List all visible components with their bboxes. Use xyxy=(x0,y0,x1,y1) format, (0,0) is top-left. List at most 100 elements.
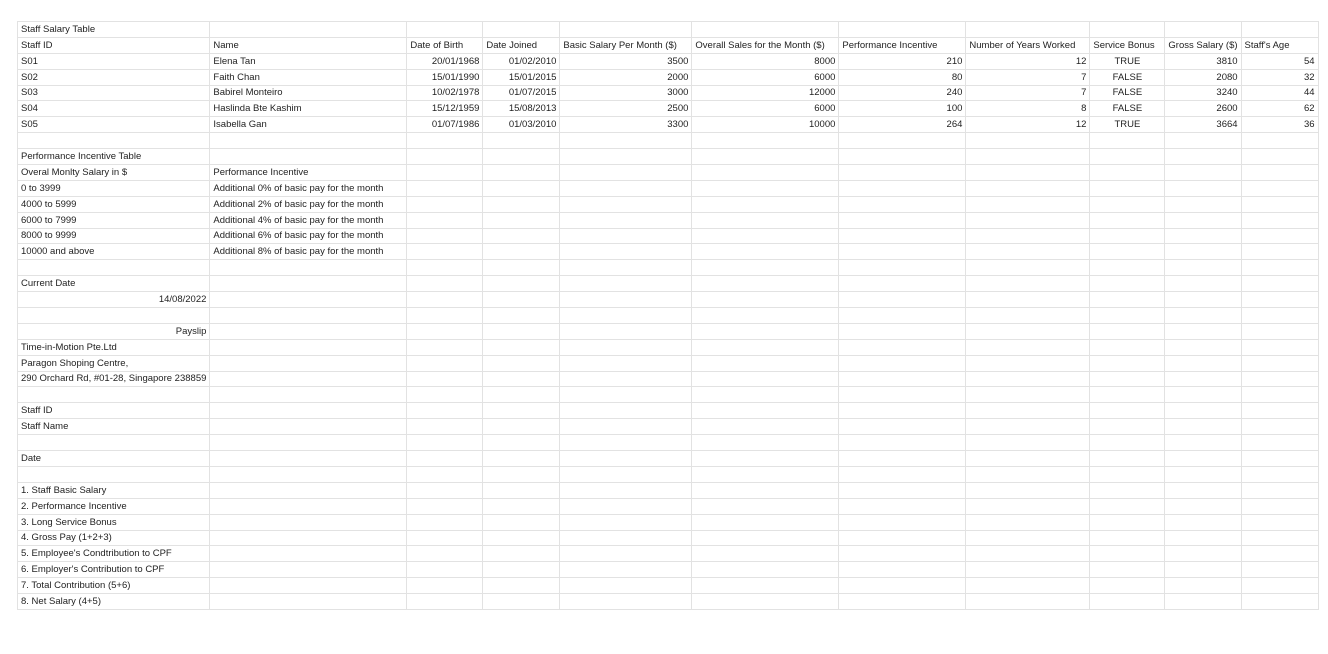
sheet-cell[interactable] xyxy=(1164,370,1242,388)
sheet-cell[interactable] xyxy=(482,577,561,595)
sheet-cell[interactable] xyxy=(965,370,1091,388)
sheet-cell[interactable] xyxy=(1089,179,1166,197)
sheet-cell[interactable] xyxy=(691,513,840,531)
sheet-cell[interactable]: 5. Employee's Condtribution to CPF xyxy=(16,545,211,563)
sheet-cell[interactable]: Additional 0% of basic pay for the month xyxy=(209,179,408,197)
sheet-cell[interactable] xyxy=(559,322,693,340)
sheet-cell[interactable] xyxy=(482,434,561,452)
sheet-cell[interactable] xyxy=(1240,338,1319,356)
sheet-cell[interactable] xyxy=(559,275,693,293)
sheet-cell[interactable] xyxy=(1164,132,1242,150)
sheet-cell[interactable] xyxy=(482,132,561,150)
sheet-cell[interactable] xyxy=(209,450,408,467)
sheet-cell[interactable] xyxy=(482,529,561,547)
sheet-cell[interactable] xyxy=(1089,132,1166,150)
sheet-cell[interactable] xyxy=(838,227,967,245)
sheet-cell[interactable]: TRUE xyxy=(1089,116,1166,134)
sheet-cell[interactable] xyxy=(691,386,840,404)
sheet-cell[interactable] xyxy=(406,338,484,356)
sheet-cell[interactable] xyxy=(559,418,693,436)
sheet-cell[interactable]: FALSE xyxy=(1089,100,1166,118)
sheet-cell[interactable]: 6000 xyxy=(691,68,840,86)
sheet-cell[interactable] xyxy=(691,354,840,372)
sheet-cell[interactable] xyxy=(1164,545,1242,563)
sheet-cell[interactable] xyxy=(838,434,967,452)
sheet-cell[interactable] xyxy=(1089,465,1166,483)
sheet-cell[interactable] xyxy=(559,497,693,515)
sheet-cell[interactable]: 14/08/2022 xyxy=(16,291,211,309)
sheet-cell[interactable] xyxy=(965,465,1091,483)
sheet-cell[interactable]: 2500 xyxy=(559,100,693,118)
sheet-cell[interactable] xyxy=(559,561,693,579)
sheet-cell[interactable]: Staff's Age xyxy=(1240,36,1319,54)
sheet-cell[interactable] xyxy=(838,465,967,483)
sheet-cell[interactable] xyxy=(1164,418,1242,436)
sheet-cell[interactable]: 264 xyxy=(838,116,967,134)
sheet-cell[interactable] xyxy=(691,243,840,261)
sheet-cell[interactable]: 7 xyxy=(965,84,1091,102)
sheet-cell[interactable] xyxy=(1089,243,1166,261)
sheet-cell[interactable] xyxy=(691,593,840,610)
sheet-cell[interactable]: 8 xyxy=(965,100,1091,118)
sheet-cell[interactable]: Gross Salary ($) xyxy=(1164,36,1242,54)
sheet-cell[interactable] xyxy=(965,21,1091,38)
sheet-cell[interactable] xyxy=(965,577,1091,595)
sheet-cell[interactable] xyxy=(1164,227,1242,245)
sheet-cell[interactable]: 3. Long Service Bonus xyxy=(16,513,211,531)
sheet-cell[interactable] xyxy=(1089,148,1166,166)
sheet-cell[interactable] xyxy=(1089,577,1166,595)
sheet-cell[interactable] xyxy=(1240,148,1319,166)
sheet-cell[interactable] xyxy=(1240,211,1319,229)
sheet-cell[interactable] xyxy=(482,211,561,229)
sheet-cell[interactable] xyxy=(965,354,1091,372)
sheet-cell[interactable] xyxy=(482,450,561,467)
sheet-cell[interactable] xyxy=(16,465,211,483)
sheet-cell[interactable]: 8. Net Salary (4+5) xyxy=(16,593,211,610)
sheet-cell[interactable] xyxy=(838,545,967,563)
sheet-cell[interactable] xyxy=(691,481,840,499)
sheet-cell[interactable] xyxy=(406,307,484,324)
sheet-cell[interactable]: FALSE xyxy=(1089,68,1166,86)
sheet-cell[interactable] xyxy=(16,259,211,277)
sheet-cell[interactable] xyxy=(691,291,840,309)
sheet-cell[interactable] xyxy=(965,561,1091,579)
sheet-cell[interactable] xyxy=(1164,211,1242,229)
sheet-cell[interactable] xyxy=(209,370,408,388)
sheet-cell[interactable] xyxy=(482,418,561,436)
sheet-cell[interactable] xyxy=(838,291,967,309)
sheet-cell[interactable] xyxy=(1089,21,1166,38)
sheet-cell[interactable] xyxy=(209,354,408,372)
sheet-cell[interactable] xyxy=(1164,386,1242,404)
sheet-cell[interactable] xyxy=(406,593,484,610)
sheet-cell[interactable] xyxy=(406,21,484,38)
sheet-cell[interactable] xyxy=(559,545,693,563)
sheet-cell[interactable] xyxy=(1089,386,1166,404)
sheet-cell[interactable] xyxy=(838,338,967,356)
sheet-cell[interactable]: Performance Incentive xyxy=(838,36,967,54)
sheet-cell[interactable] xyxy=(1164,275,1242,293)
sheet-cell[interactable]: Elena Tan xyxy=(209,52,408,70)
sheet-cell[interactable] xyxy=(1089,418,1166,436)
sheet-cell[interactable] xyxy=(482,291,561,309)
sheet-cell[interactable]: 240 xyxy=(838,84,967,102)
sheet-cell[interactable]: 100 xyxy=(838,100,967,118)
sheet-cell[interactable] xyxy=(406,561,484,579)
sheet-cell[interactable] xyxy=(406,275,484,293)
sheet-cell[interactable] xyxy=(406,450,484,467)
sheet-cell[interactable] xyxy=(1240,307,1319,324)
sheet-cell[interactable] xyxy=(209,307,408,324)
sheet-cell[interactable] xyxy=(559,370,693,388)
sheet-cell[interactable] xyxy=(559,148,693,166)
sheet-cell[interactable] xyxy=(482,402,561,420)
sheet-cell[interactable] xyxy=(965,338,1091,356)
sheet-cell[interactable] xyxy=(1164,402,1242,420)
sheet-cell[interactable]: Additional 6% of basic pay for the month xyxy=(209,227,408,245)
sheet-cell[interactable] xyxy=(838,497,967,515)
sheet-cell[interactable]: FALSE xyxy=(1089,84,1166,102)
sheet-cell[interactable]: 15/01/2015 xyxy=(482,68,561,86)
sheet-cell[interactable] xyxy=(559,529,693,547)
sheet-cell[interactable]: Date Joined xyxy=(482,36,561,54)
sheet-cell[interactable]: Additional 2% of basic pay for the month xyxy=(209,195,408,213)
sheet-cell[interactable] xyxy=(691,434,840,452)
sheet-cell[interactable] xyxy=(209,529,408,547)
